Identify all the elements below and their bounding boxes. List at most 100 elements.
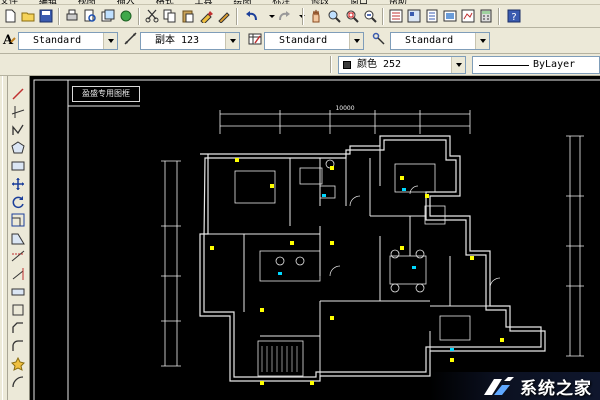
light-fixture-mark bbox=[470, 256, 474, 260]
light-fixture-mark bbox=[500, 338, 504, 342]
print-preview-icon[interactable] bbox=[82, 8, 98, 24]
watermark-text: 系统之家 bbox=[520, 378, 592, 399]
light-fixture-mark bbox=[425, 194, 429, 198]
linetype-preview bbox=[479, 65, 529, 66]
light-fixture-mark bbox=[310, 381, 314, 385]
text-style-icon: A bbox=[2, 33, 16, 46]
chair-furniture bbox=[415, 283, 425, 293]
color-control-select[interactable]: 颜色 252 bbox=[338, 56, 466, 74]
color-swatch bbox=[343, 61, 351, 69]
zoom-window-icon[interactable] bbox=[344, 8, 360, 24]
light-fixture-mark bbox=[290, 241, 294, 245]
plot-3d-icon[interactable] bbox=[118, 8, 134, 24]
design-center-icon[interactable] bbox=[406, 8, 422, 24]
linetype-control-value: ByLayer bbox=[533, 59, 576, 70]
light-fixture-mark bbox=[330, 316, 334, 320]
chair-furniture bbox=[390, 283, 400, 293]
paste-icon[interactable] bbox=[180, 8, 196, 24]
calculator-icon[interactable] bbox=[478, 8, 494, 24]
drawing-frame-outer bbox=[33, 79, 600, 400]
light-fixture-mark bbox=[400, 176, 404, 180]
explode-icon[interactable] bbox=[10, 356, 26, 372]
polygon-icon[interactable] bbox=[10, 140, 26, 156]
pan-icon[interactable] bbox=[308, 8, 324, 24]
polyline-icon[interactable] bbox=[10, 122, 26, 138]
color-control-value: 颜色 252 bbox=[357, 59, 402, 70]
table-style-icon bbox=[248, 33, 262, 45]
svg-text:?: ? bbox=[511, 12, 516, 23]
join-icon[interactable] bbox=[10, 302, 26, 318]
standard-toolbar: ? bbox=[0, 5, 600, 28]
text-style-value: Standard bbox=[33, 35, 82, 46]
chevron-down-icon[interactable] bbox=[451, 57, 465, 73]
dimension-style-value: 副本 123 bbox=[155, 35, 200, 46]
zoom-previous-icon[interactable] bbox=[362, 8, 378, 24]
copy-icon[interactable] bbox=[162, 8, 178, 24]
door-swing-arc bbox=[489, 277, 501, 289]
zoom-realtime-icon[interactable] bbox=[326, 8, 342, 24]
text-style-select[interactable]: Standard bbox=[18, 32, 118, 50]
kitchen-counter-furniture bbox=[439, 315, 471, 341]
undo-icon[interactable] bbox=[244, 8, 260, 24]
block-editor-icon[interactable] bbox=[216, 8, 232, 24]
bathtub-furniture bbox=[424, 205, 446, 225]
arc-icon[interactable] bbox=[10, 374, 26, 390]
trim-icon[interactable] bbox=[10, 248, 26, 264]
construction-line-icon[interactable] bbox=[10, 104, 26, 120]
linetype-control-select[interactable]: ByLayer bbox=[472, 56, 600, 74]
publish-icon[interactable] bbox=[100, 8, 116, 24]
dimension-style-select[interactable]: 副本 123 bbox=[140, 32, 240, 50]
light-fixture-mark bbox=[235, 158, 239, 162]
line-icon[interactable] bbox=[10, 86, 26, 102]
light-fixture-mark bbox=[270, 184, 274, 188]
open-icon[interactable] bbox=[20, 8, 36, 24]
rectangle-icon[interactable] bbox=[10, 158, 26, 174]
chair-furniture bbox=[390, 249, 400, 259]
markup-icon[interactable] bbox=[460, 8, 476, 24]
multileader-style-icon bbox=[372, 32, 385, 45]
chair-furniture bbox=[415, 249, 425, 259]
save-icon[interactable] bbox=[38, 8, 54, 24]
rotate-icon[interactable] bbox=[10, 194, 26, 210]
outlet-mark bbox=[322, 194, 326, 197]
floor-plan: 10000 bbox=[33, 79, 600, 400]
autocad-window: 文件 编辑 视图 插入 格式 工具 绘图 标注 修改 窗口 帮助 ? A Sta… bbox=[0, 0, 600, 400]
toolbar-grip[interactable] bbox=[2, 76, 8, 400]
properties-toolbar: 颜色 252 ByLayer bbox=[0, 54, 600, 76]
cut-icon[interactable] bbox=[144, 8, 160, 24]
exterior-wall-outer bbox=[199, 135, 546, 382]
title-block-label: 盈盛专用图框 bbox=[72, 86, 140, 102]
chevron-down-icon[interactable] bbox=[103, 33, 117, 49]
outlet-mark bbox=[412, 266, 416, 269]
extend-icon[interactable] bbox=[10, 266, 26, 282]
bed-furniture bbox=[257, 340, 304, 377]
door-swing-arc bbox=[409, 185, 419, 195]
multileader-style-select[interactable]: Standard bbox=[390, 32, 490, 50]
fillet-icon[interactable] bbox=[10, 338, 26, 354]
break-icon[interactable] bbox=[10, 284, 26, 300]
dimension-style-icon bbox=[124, 32, 137, 45]
table-style-value: Standard bbox=[279, 35, 328, 46]
drawing-area[interactable]: 10000 盈盛专用图框 bbox=[30, 76, 600, 400]
outlet-mark bbox=[402, 188, 406, 191]
chevron-down-icon[interactable] bbox=[475, 33, 489, 49]
sheet-set-icon[interactable] bbox=[442, 8, 458, 24]
light-fixture-mark bbox=[330, 241, 334, 245]
match-properties-icon[interactable] bbox=[198, 8, 214, 24]
help-icon[interactable]: ? bbox=[506, 8, 522, 24]
new-icon[interactable] bbox=[2, 8, 18, 24]
plot-icon[interactable] bbox=[64, 8, 80, 24]
light-fixture-mark bbox=[210, 246, 214, 250]
properties-icon[interactable] bbox=[388, 8, 404, 24]
move-icon[interactable] bbox=[10, 176, 26, 192]
watermark: 系统之家 bbox=[430, 372, 600, 400]
chamfer-icon[interactable] bbox=[10, 320, 26, 336]
light-fixture-mark bbox=[330, 166, 334, 170]
chevron-down-icon[interactable] bbox=[225, 33, 239, 49]
tool-palettes-icon[interactable] bbox=[424, 8, 440, 24]
redo-icon[interactable] bbox=[276, 8, 292, 24]
stretch-icon[interactable] bbox=[10, 230, 26, 246]
table-style-select[interactable]: Standard bbox=[264, 32, 364, 50]
chevron-down-icon[interactable] bbox=[349, 33, 363, 49]
scale-icon[interactable] bbox=[10, 212, 26, 228]
